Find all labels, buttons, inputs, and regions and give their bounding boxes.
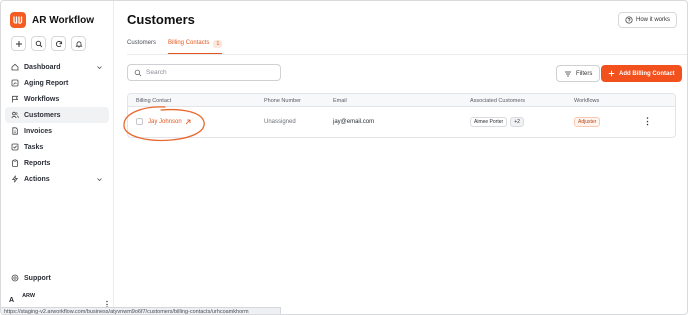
page-title: Customers [127,12,195,27]
search-icon[interactable] [31,36,46,51]
add-button-label: Add Billing Contact [619,70,675,77]
tabs: Customers Billing Contacts 1 [127,40,223,54]
workflow-badge: Adjuster [574,117,601,127]
contact-link[interactable]: Jay Johnson [148,119,191,125]
tab-label: Customers [127,40,157,46]
invoice-icon [12,127,18,135]
chevron-down-icon[interactable] [96,64,103,71]
search-icon [134,69,142,76]
filter-icon [565,71,571,76]
plus-icon[interactable] [11,36,26,51]
tab-customers[interactable]: Customers [127,40,156,54]
avatar: A [9,297,15,304]
tab-label: Billing Contacts [168,40,210,46]
sidebar-item-aging-report[interactable]: Aging Report [5,75,109,91]
phone-cell: Unassigned [264,119,296,125]
support-label: Support [24,274,51,282]
count-badge: 1 [213,40,223,48]
support-link[interactable]: Support [11,274,51,282]
lifebuoy-icon [11,274,19,282]
search-box[interactable] [127,64,281,81]
table-row[interactable]: Jay Johnson Unassigned jay@email.com Aim… [128,107,675,137]
column-header[interactable]: Phone Number [264,98,301,104]
user-menu[interactable]: A ARW ⋮ [9,293,111,310]
column-header[interactable]: Billing Contact [136,98,171,104]
sidebar-item-label: Aging Report [24,79,69,87]
flag-icon [12,95,19,103]
email-cell: jay@email.com [333,119,375,125]
quick-actions [11,36,86,51]
sidebar-item-label: Reports [24,159,51,167]
add-billing-contact-button[interactable]: Add Billing Contact [601,65,682,82]
sidebar: AR Workflow Dashboard Aging Report Workf… [1,1,114,314]
sidebar-item-label: Customers [24,111,61,119]
logo-icon [10,12,26,28]
how-it-works-button[interactable]: How it works [618,12,678,28]
search-input[interactable] [146,69,266,76]
bell-icon[interactable] [71,36,86,51]
sidebar-nav: Dashboard Aging Report Workflows Custome… [5,59,109,187]
how-it-works-label: How it works [636,17,671,23]
app-name: AR Workflow [32,14,95,26]
customer-chip[interactable]: Aimee Porter [470,117,508,127]
sidebar-item-actions[interactable]: Actions [5,171,109,187]
brand[interactable]: AR Workflow [10,12,94,28]
sidebar-item-tasks[interactable]: Tasks [5,139,109,155]
filters-button[interactable]: Filters [556,65,601,82]
sidebar-item-label: Actions [24,175,50,183]
column-header[interactable]: Workflows [574,98,599,104]
home-icon [11,63,19,71]
sidebar-item-label: Invoices [24,127,53,135]
help-circle-icon [625,16,633,24]
sidebar-item-label: Tasks [24,143,44,151]
report-icon [11,79,19,87]
plus-icon [608,70,615,77]
tab-billing-contacts[interactable]: Billing Contacts 1 [168,40,223,54]
sidebar-item-invoices[interactable]: Invoices [5,123,109,139]
bolt-icon [11,175,19,183]
tasks-icon [11,143,19,151]
column-header[interactable]: Email [333,98,347,104]
billing-contacts-table: Billing Contact Phone Number Email Assoc… [127,93,676,138]
users-icon [11,111,19,119]
tabs-divider [127,54,687,55]
sidebar-item-workflows[interactable]: Workflows [5,91,109,107]
sidebar-item-dashboard[interactable]: Dashboard [5,59,109,75]
row-checkbox[interactable] [136,118,143,125]
external-link-icon [185,119,191,125]
app-window: AR Workflow Dashboard Aging Report Workf… [0,0,688,315]
user-name: ARW [22,292,36,299]
table-header: Billing Contact Phone Number Email Assoc… [128,94,675,107]
contact-name: Jay Johnson [148,119,182,125]
more-vertical-icon[interactable]: ⋮ [643,116,652,127]
filters-label: Filters [576,70,593,77]
refresh-icon[interactable] [51,36,66,51]
clipboard-icon [12,159,18,167]
sidebar-item-label: Workflows [24,95,60,103]
sidebar-item-label: Dashboard [24,63,61,71]
column-header[interactable]: Associated Customers [470,98,525,104]
sidebar-item-reports[interactable]: Reports [5,155,109,171]
associated-customers-cell: Aimee Porter +2 [470,117,524,127]
status-bar-url: https://staging-v2.arworkflow.com/busine… [1,307,281,314]
main-content: Customers How it works Customers Billing… [115,1,687,314]
sidebar-item-customers[interactable]: Customers [5,107,109,123]
chevron-down-icon[interactable] [96,176,103,183]
more-customers-chip[interactable]: +2 [510,117,524,127]
